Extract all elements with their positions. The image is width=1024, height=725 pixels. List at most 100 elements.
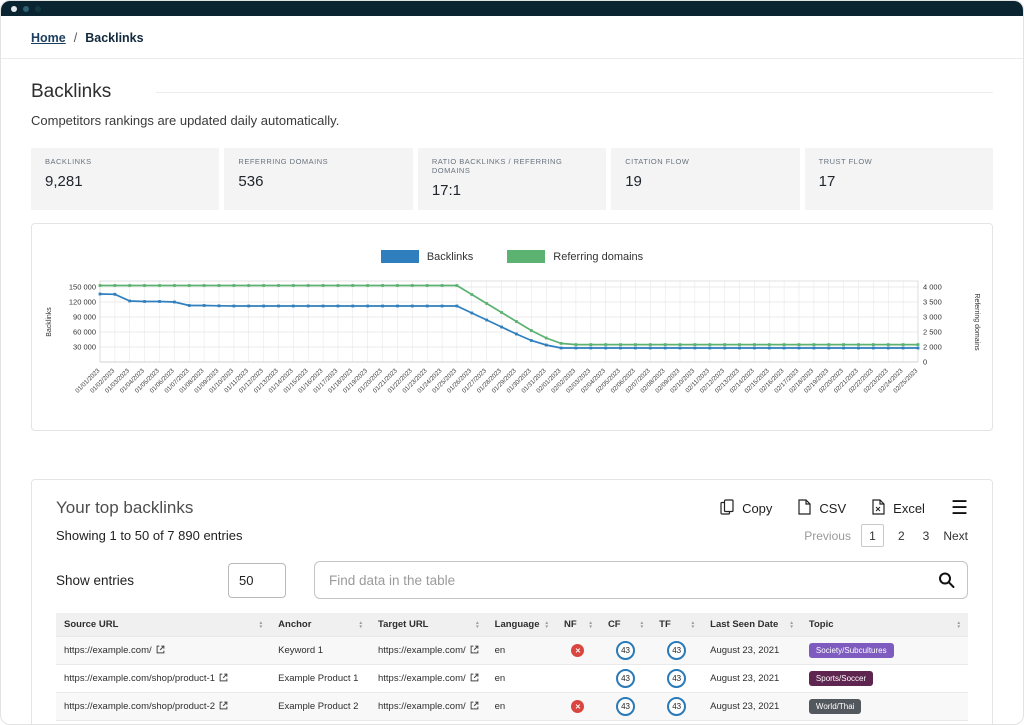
- sort-icon[interactable]: ▴▾: [260, 621, 263, 629]
- table-row[interactable]: https://example.com/shop/product-1 Examp…: [56, 665, 968, 693]
- pagination: Previous 123 Next: [804, 524, 968, 547]
- external-link-icon[interactable]: [466, 673, 479, 684]
- column-header-target-url[interactable]: Target URL ▴▾: [370, 613, 487, 637]
- svg-text:Backlinks: Backlinks: [46, 307, 53, 337]
- score-ring: 43: [616, 697, 635, 716]
- window-control-dot[interactable]: [11, 6, 17, 12]
- external-link-icon[interactable]: [215, 673, 228, 684]
- column-header-tf[interactable]: TF ▴▾: [651, 613, 702, 637]
- backlinks-chart: 150 000120 00090 00060 00030 0004 0003 5…: [42, 275, 982, 428]
- window-control-dot[interactable]: [23, 6, 29, 12]
- external-link-icon[interactable]: [466, 645, 479, 656]
- tool-label: CSV: [819, 501, 846, 516]
- pagination-next[interactable]: Next: [943, 529, 968, 543]
- copy-button[interactable]: Copy: [720, 499, 772, 518]
- source-url: https://example.com/: [64, 645, 152, 656]
- column-header-cf[interactable]: CF ▴▾: [600, 613, 651, 637]
- pagination-page-1[interactable]: 1: [861, 524, 884, 547]
- stats-row: BACKLINKS 9,281 REFERRING DOMAINS 536 RA…: [31, 148, 993, 210]
- sort-icon[interactable]: ▴▾: [546, 621, 549, 629]
- excel-button[interactable]: Excel: [872, 499, 925, 518]
- score-ring: 43: [667, 641, 686, 660]
- entries-count-input[interactable]: [228, 563, 286, 598]
- svg-text:120 000: 120 000: [69, 297, 96, 306]
- sort-icon[interactable]: ▴▾: [641, 621, 644, 629]
- stat-card: RATIO BACKLINKS / REFERRING DOMAINS 17:1: [418, 148, 606, 210]
- anchor-text: Example Product 1: [270, 665, 370, 693]
- search-icon[interactable]: [938, 572, 955, 589]
- csv-button[interactable]: CSV: [798, 499, 846, 518]
- table-row[interactable]: https://example.com/ Keyword 1 https://e…: [56, 637, 968, 665]
- language-cell: en: [487, 665, 556, 693]
- stat-card: BACKLINKS 9,281: [31, 148, 219, 210]
- breadcrumb-current: Backlinks: [85, 31, 143, 45]
- tf-cell: 43: [651, 721, 702, 725]
- stat-card: CITATION FLOW 19: [611, 148, 799, 210]
- sort-icon[interactable]: ▴▾: [476, 621, 479, 629]
- svg-text:3 000: 3 000: [923, 312, 942, 321]
- external-link-icon[interactable]: [215, 701, 228, 712]
- stat-value: 19: [625, 173, 785, 190]
- language-cell: en: [487, 637, 556, 665]
- stat-label: CITATION FLOW: [625, 157, 785, 166]
- backlinks-table-card: Your top backlinks Copy CSV Excel ☰ Show…: [31, 479, 993, 725]
- tool-label: Excel: [893, 501, 925, 516]
- external-link-icon[interactable]: [466, 701, 479, 712]
- nofollow-icon: ✕: [571, 644, 584, 657]
- column-header-source-url[interactable]: Source URL ▴▾: [56, 613, 270, 637]
- table-row[interactable]: https://example.com/shop/product-3 Examp…: [56, 721, 968, 725]
- column-header-nf[interactable]: NF ▴▾: [556, 613, 600, 637]
- table-search: [314, 561, 968, 599]
- menu-icon[interactable]: ☰: [951, 499, 968, 518]
- app-window: Home / Backlinks Backlinks Competitors r…: [0, 0, 1024, 725]
- nf-cell: [556, 721, 600, 725]
- source-url: https://example.com/shop/product-2: [64, 701, 215, 712]
- sort-icon[interactable]: ▴▾: [359, 621, 362, 629]
- table-row[interactable]: https://example.com/shop/product-2 Examp…: [56, 693, 968, 721]
- stat-value: 17:1: [432, 182, 592, 199]
- external-link-icon[interactable]: [152, 645, 165, 656]
- anchor-text: Example Product 2: [270, 693, 370, 721]
- last-seen-date: August 23, 2021: [702, 665, 801, 693]
- svg-text:3 500: 3 500: [923, 297, 942, 306]
- column-label: Topic: [809, 619, 834, 630]
- svg-text:30 000: 30 000: [73, 342, 96, 351]
- svg-text:150 000: 150 000: [69, 282, 96, 291]
- column-header-language[interactable]: Language ▴▾: [487, 613, 556, 637]
- stat-card: TRUST FLOW 17: [805, 148, 993, 210]
- nf-cell: ✕: [556, 637, 600, 665]
- language-cell: fr: [487, 721, 556, 725]
- chart-legend: Backlinks Referring domains: [42, 250, 982, 263]
- legend-label: Referring domains: [553, 251, 643, 263]
- legend-swatch: [507, 250, 545, 263]
- sort-icon[interactable]: ▴▾: [589, 621, 592, 629]
- breadcrumb-home-link[interactable]: Home: [31, 31, 66, 45]
- window-titlebar: [1, 1, 1023, 16]
- column-label: Anchor: [278, 619, 311, 630]
- backlinks-table: Source URL ▴▾ Anchor ▴▾ Target URL ▴▾ La…: [56, 613, 968, 725]
- cf-cell: 43: [600, 665, 651, 693]
- stat-value: 536: [238, 173, 398, 190]
- breadcrumb: Home / Backlinks: [1, 16, 1023, 59]
- nf-cell: ✕: [556, 693, 600, 721]
- sort-icon[interactable]: ▴▾: [692, 621, 695, 629]
- window-control-dot[interactable]: [35, 6, 41, 12]
- target-url: https://example.com/: [378, 701, 466, 712]
- sort-icon[interactable]: ▴▾: [790, 621, 793, 629]
- pagination-page-3[interactable]: 3: [919, 527, 934, 545]
- column-header-anchor[interactable]: Anchor ▴▾: [270, 613, 370, 637]
- sort-icon[interactable]: ▴▾: [957, 621, 960, 629]
- score-ring: 43: [667, 669, 686, 688]
- page-title: Backlinks: [31, 81, 111, 103]
- chart-svg: 150 000120 00090 00060 00030 0004 0003 5…: [42, 275, 982, 423]
- copy-icon: [720, 499, 734, 518]
- anchor-text: Keyword 1: [270, 637, 370, 665]
- chart-card: Backlinks Referring domains 150 000 120 0…: [31, 223, 993, 431]
- cf-cell: 43: [600, 637, 651, 665]
- show-entries-label: Show entries: [56, 573, 228, 588]
- column-header-topic[interactable]: Topic ▴▾: [801, 613, 968, 637]
- pagination-page-2[interactable]: 2: [894, 527, 909, 545]
- table-search-input[interactable]: [314, 561, 968, 599]
- pagination-previous[interactable]: Previous: [804, 529, 851, 543]
- column-header-last-seen-date[interactable]: Last Seen Date ▴▾: [702, 613, 801, 637]
